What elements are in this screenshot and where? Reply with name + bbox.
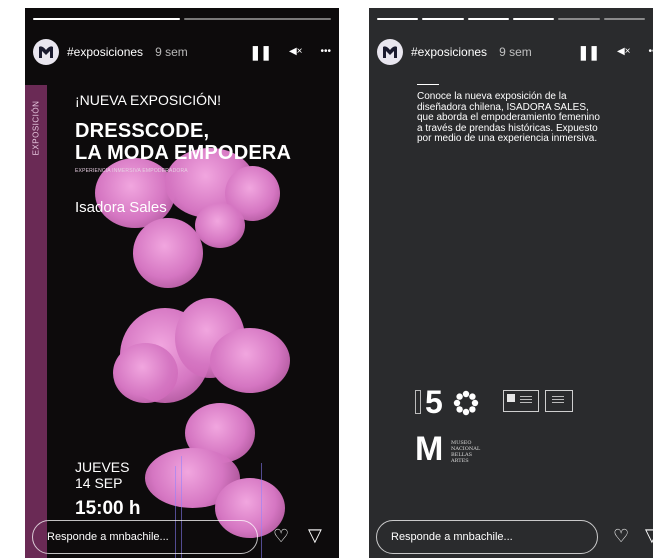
event-day: JUEVES: [75, 459, 130, 475]
flower-logo-icon: [453, 390, 479, 416]
more-options-icon[interactable]: •••: [648, 42, 653, 62]
pause-icon[interactable]: ❚❚: [577, 42, 599, 62]
story-panel-left[interactable]: EXPOSICIÓN #exposiciones 9 sem ❚❚ ◀× •••…: [25, 8, 339, 558]
heart-icon[interactable]: ♡: [613, 527, 629, 545]
service-logo: [545, 390, 573, 412]
story-timestamp: 9 sem: [499, 45, 532, 59]
event-time: 15:00 h: [75, 498, 141, 519]
sponsor-logos: 5 M MUSEO NACIONAL BELLAS ARTES: [415, 380, 575, 470]
account-avatar[interactable]: [33, 39, 59, 65]
decor-line: [261, 463, 262, 558]
story-username[interactable]: #exposiciones: [67, 45, 143, 59]
divider-dash: [417, 84, 439, 85]
reply-input[interactable]: Responde a mnbachile...: [376, 520, 598, 554]
send-icon[interactable]: ▽: [308, 526, 322, 544]
artist-name: Isadora Sales: [75, 199, 167, 216]
museum-m-logo: M: [415, 430, 444, 468]
pink-bokeh-artwork: [25, 8, 339, 558]
exhibition-title: DRESSCODE, LA MODA EMPODERA: [75, 120, 291, 164]
museum-name: MUSEO NACIONAL BELLAS ARTES: [451, 440, 481, 464]
title-line-1: DRESSCODE,: [75, 120, 210, 142]
anniversary-number: 5: [425, 384, 443, 420]
story-progress-bar: [33, 18, 331, 21]
vertical-text-strip: [415, 390, 421, 414]
ministry-logo: [503, 390, 539, 412]
story-panel-right[interactable]: #exposiciones 9 sem ❚❚ ◀× ••• Conoce la …: [369, 8, 653, 558]
story-header: #exposiciones 9 sem ❚❚ ◀× •••: [377, 34, 653, 70]
exhibition-tagline: EXPERIENCIA INMERSIVA EMPODERADORA: [75, 168, 188, 174]
mute-icon[interactable]: ◀×: [617, 42, 631, 62]
exhibition-kicker: ¡NUEVA EXPOSICIÓN!: [75, 92, 221, 108]
heart-icon[interactable]: ♡: [273, 527, 289, 545]
story-header: #exposiciones 9 sem ❚❚ ◀× •••: [33, 34, 331, 70]
mnba-logo-icon: [39, 46, 53, 58]
account-avatar[interactable]: [377, 39, 403, 65]
exhibition-description: Conoce la nueva exposición de la diseñad…: [417, 91, 600, 145]
mnba-logo-icon: [383, 46, 397, 58]
event-date: 14 SEP: [75, 475, 123, 491]
more-options-icon[interactable]: •••: [320, 42, 331, 62]
pause-icon[interactable]: ❚❚: [249, 42, 271, 62]
story-username[interactable]: #exposiciones: [411, 45, 487, 59]
mute-icon[interactable]: ◀×: [289, 42, 303, 62]
story-progress-bar: [377, 18, 645, 21]
story-timestamp: 9 sem: [155, 45, 188, 59]
title-line-2: LA MODA EMPODERA: [75, 142, 292, 164]
send-icon[interactable]: ▽: [645, 526, 653, 544]
reply-input[interactable]: Responde a mnbachile...: [32, 520, 258, 554]
